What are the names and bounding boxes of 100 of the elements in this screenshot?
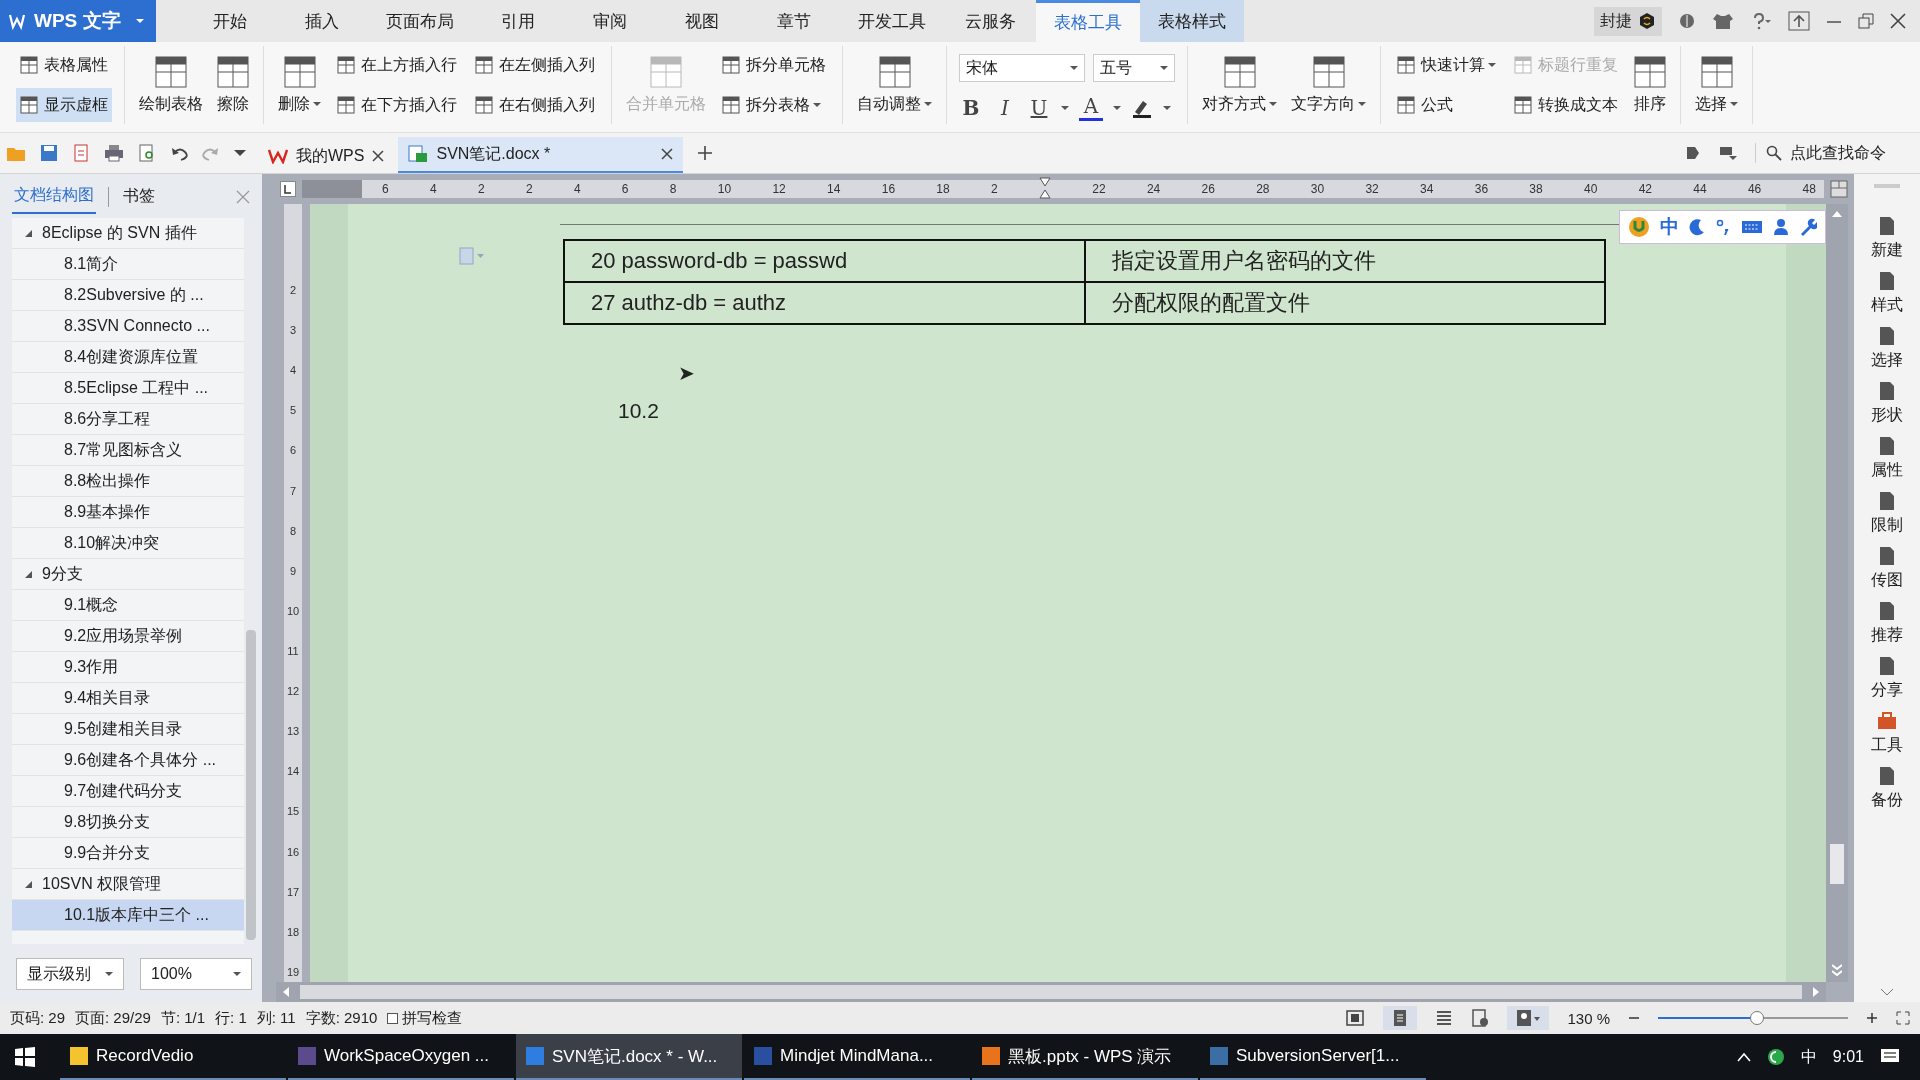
ribbon-button[interactable]: 删除	[276, 48, 323, 122]
ribbon-button[interactable]: 公式	[1393, 88, 1500, 122]
shirt-icon[interactable]	[1712, 12, 1734, 30]
ime-indicator[interactable]: 中	[1800, 1046, 1817, 1068]
expanded-triangle-icon[interactable]	[24, 228, 34, 238]
fullscreen-icon[interactable]	[1345, 1009, 1366, 1027]
sidebar-button[interactable]: 形状	[1871, 381, 1903, 426]
spell-check-toggle[interactable]: 拼写检查	[387, 1008, 463, 1028]
taskbar-button[interactable]: RecordVedio	[60, 1034, 286, 1080]
taskbar-button[interactable]: Mindjet MindMana...	[744, 1034, 970, 1080]
close-icon[interactable]	[372, 150, 385, 162]
ribbon-button[interactable]: 在上方插入行	[333, 48, 461, 82]
menu-tab[interactable]: 表格工具	[1036, 0, 1140, 42]
sidebar-button[interactable]: 新建	[1871, 216, 1903, 261]
page-view-button[interactable]	[1383, 1006, 1418, 1030]
format-button[interactable]: U	[1027, 95, 1051, 120]
collapse-icon[interactable]	[1719, 145, 1737, 161]
scrollbar-thumb[interactable]	[300, 985, 1802, 999]
user-icon[interactable]	[1773, 218, 1789, 236]
command-search-field[interactable]: 点此查找命令	[1755, 143, 1910, 163]
menu-tab[interactable]: 页面布局	[368, 0, 472, 42]
ribbon-button[interactable]: 排序	[1632, 48, 1668, 122]
fit-icon[interactable]	[1896, 1011, 1910, 1025]
scrollbar-thumb[interactable]	[246, 630, 256, 940]
moon-icon[interactable]	[1689, 218, 1705, 236]
restore-icon[interactable]	[1858, 13, 1874, 29]
caret-icon[interactable]	[234, 149, 246, 157]
document-tab[interactable]: SVN笔记.docx *	[398, 137, 684, 173]
scrollbar-thumb[interactable]	[1830, 844, 1844, 884]
ribbon-button[interactable]: 文字方向	[1289, 48, 1368, 122]
sidebar-button[interactable]: 属性	[1871, 436, 1903, 481]
menu-tab[interactable]: 视图	[656, 0, 748, 42]
sidebar-button[interactable]: 样式	[1871, 271, 1903, 316]
preview-icon[interactable]	[138, 144, 156, 162]
taskbar-button[interactable]: SVN笔记.docx * - W...	[516, 1034, 742, 1080]
menu-tab[interactable]: 表格样式	[1140, 0, 1244, 42]
ribbon-button[interactable]: 表格属性	[16, 48, 112, 82]
ribbon-button[interactable]: 自动调整	[855, 48, 934, 122]
ribbon-button[interactable]: 对齐方式	[1200, 48, 1279, 122]
menu-tab[interactable]: 云服务	[944, 0, 1036, 42]
indent-marker-icon[interactable]	[1038, 177, 1051, 199]
panel-tab[interactable]: 书签	[121, 181, 157, 213]
sidebar-button[interactable]: 限制	[1871, 491, 1903, 536]
ime-logo-icon[interactable]	[1628, 216, 1650, 238]
tab-stop-icon[interactable]	[280, 181, 296, 197]
taskbar-button[interactable]: SubversionServer[1...	[1200, 1034, 1426, 1080]
zoom-dropdown[interactable]: 100%	[140, 958, 252, 990]
font-name-field[interactable]: 宋体	[959, 54, 1085, 82]
horizontal-scrollbar[interactable]	[276, 982, 1826, 1002]
ribbon-button[interactable]: 绘制表格	[137, 48, 205, 122]
sidebar-button[interactable]: 备份	[1871, 766, 1903, 811]
keyboard-icon[interactable]	[1741, 219, 1763, 235]
taskbar-button[interactable]: 黑板.pptx - WPS 演示	[972, 1034, 1198, 1080]
upload-icon[interactable]	[1788, 11, 1810, 31]
ribbon-button[interactable]: 拆分单元格	[718, 48, 830, 82]
expanded-triangle-icon[interactable]	[24, 569, 34, 579]
format-button[interactable]: A	[1079, 94, 1103, 121]
expanded-triangle-icon[interactable]	[24, 879, 34, 889]
vertical-scrollbar[interactable]	[1826, 204, 1848, 982]
sidebar-button[interactable]: 传图	[1871, 546, 1903, 591]
sidebar-button[interactable]: 工具	[1871, 711, 1903, 756]
menu-tab[interactable]: 开始	[184, 0, 276, 42]
caret-icon[interactable]	[1880, 988, 1894, 996]
menu-tab[interactable]: 审阅	[564, 0, 656, 42]
level-dropdown[interactable]: 显示级别	[16, 958, 124, 990]
menu-tab[interactable]: 引用	[472, 0, 564, 42]
sidebar-button[interactable]: 分享	[1871, 656, 1903, 701]
horizontal-ruler[interactable]: 6 4 2 2 4 6 8 10 12 14 16 18 2 22 24 26 28 30 32 34 36 38 40 42 44 46 48	[302, 180, 1824, 198]
document-tab[interactable]: 我的WPS	[258, 139, 395, 173]
caret-up-icon[interactable]	[1736, 1052, 1751, 1062]
checkbox[interactable]	[387, 1012, 399, 1024]
ribbon-button[interactable]: 显示虚框	[16, 88, 112, 122]
add-tab-icon[interactable]	[697, 145, 714, 161]
ribbon-button[interactable]: 转换成文本	[1510, 88, 1622, 122]
ribbon-button[interactable]: 在左侧插入列	[471, 48, 599, 82]
clock-time[interactable]: 9:01	[1832, 1048, 1864, 1066]
sidebar-button[interactable]: 选择	[1871, 326, 1903, 371]
reading-view-button[interactable]	[1507, 1006, 1550, 1030]
ribbon-button[interactable]: 快速计算	[1393, 48, 1500, 82]
web-view-icon[interactable]	[1471, 1009, 1490, 1027]
menu-tab[interactable]: 插入	[276, 0, 368, 42]
wrench-icon[interactable]	[1799, 218, 1817, 236]
punctuation-icon[interactable]	[1715, 218, 1731, 236]
printer-icon[interactable]	[104, 144, 124, 162]
paragraph-handle-icon[interactable]	[459, 247, 485, 265]
format-button[interactable]: I	[993, 95, 1017, 120]
menu-tab[interactable]: 章节	[748, 0, 840, 42]
font-size-field[interactable]: 五号	[1093, 54, 1175, 82]
menu-tab[interactable]: 开发工具	[840, 0, 944, 42]
ribbon-button[interactable]: 选择	[1693, 48, 1740, 122]
split-view-icon[interactable]	[1830, 180, 1848, 198]
taskbar-button[interactable]: WorkSpaceOxygen ...	[288, 1034, 514, 1080]
outline-view-icon[interactable]	[1435, 1009, 1454, 1027]
ribbon-button[interactable]: 拆分表格	[718, 88, 830, 122]
ribbon-button[interactable]: 擦除	[215, 48, 251, 122]
ribbon-button[interactable]: 在右侧插入列	[471, 88, 599, 122]
sidebar-button[interactable]: 推荐	[1871, 601, 1903, 646]
panel-tab[interactable]: 文档结构图	[12, 180, 96, 214]
network-icon[interactable]	[1766, 1048, 1785, 1066]
format-button[interactable]: B	[959, 95, 983, 120]
